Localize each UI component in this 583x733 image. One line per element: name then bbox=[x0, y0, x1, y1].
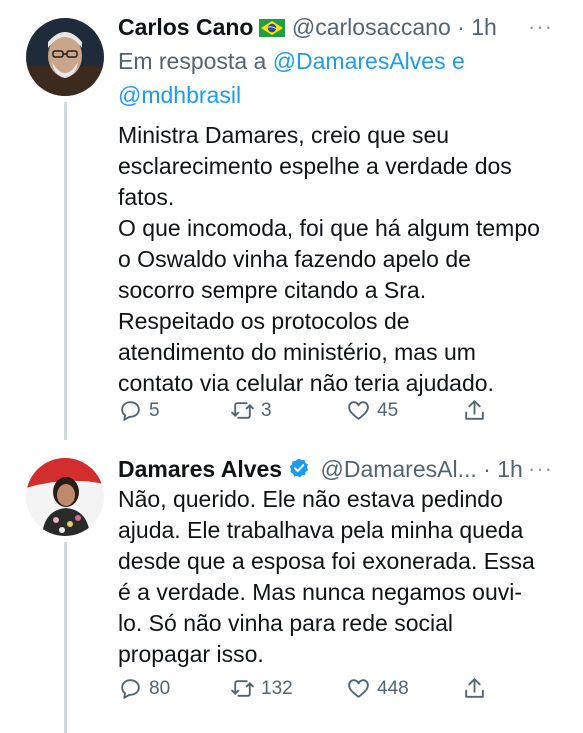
retweet-count: 132 bbox=[261, 677, 293, 699]
reply-icon bbox=[121, 679, 140, 699]
heart-icon bbox=[348, 679, 369, 698]
tweet-header: Damares Alves @DamaresAl... · 1h bbox=[118, 454, 523, 486]
tweet-text: Não, querido. Ele não estava pedindo aju… bbox=[118, 486, 535, 667]
thread-line bbox=[64, 102, 67, 440]
reply-icon bbox=[121, 401, 140, 421]
user-handle[interactable]: @DamaresAl... bbox=[320, 456, 476, 482]
reply-count: 5 bbox=[149, 399, 160, 421]
timestamp[interactable]: · 1h bbox=[457, 14, 497, 40]
more-options-icon[interactable]: ··· bbox=[528, 14, 553, 40]
tweet-header: Carlos Cano @carlosaccano · 1h bbox=[118, 12, 497, 44]
share-button[interactable] bbox=[462, 676, 487, 701]
tweet-damares-alves[interactable]: Damares Alves @DamaresAl... · 1h ··· Não… bbox=[0, 440, 583, 733]
tweet-actions: 80 132 448 bbox=[118, 676, 558, 706]
retweet-button[interactable]: 132 bbox=[230, 676, 293, 701]
like-button[interactable]: 448 bbox=[346, 676, 409, 701]
reply-context: Em resposta a @DamaresAlves e @mdhbrasil bbox=[118, 44, 558, 112]
mention-link[interactable]: @mdhbrasil bbox=[118, 82, 241, 108]
tweet-carlos-cano[interactable]: Carlos Cano @carlosaccano · 1h ··· Em re… bbox=[0, 0, 583, 440]
reply-count: 80 bbox=[149, 677, 171, 699]
avatar-damares-alves[interactable] bbox=[26, 458, 104, 536]
timestamp[interactable]: · 1h bbox=[483, 456, 523, 482]
tweet-text: Ministra Damares, creio que seu esclarec… bbox=[118, 122, 540, 396]
like-count: 448 bbox=[377, 677, 409, 699]
retweet-icon bbox=[231, 402, 254, 419]
heart-icon bbox=[348, 401, 369, 420]
retweet-button[interactable]: 3 bbox=[230, 398, 272, 423]
like-count: 45 bbox=[377, 399, 399, 421]
share-button[interactable] bbox=[462, 398, 487, 423]
retweet-icon bbox=[231, 680, 254, 697]
reply-prefix: Em resposta a bbox=[118, 48, 273, 74]
avatar-carlos-cano[interactable] bbox=[26, 18, 104, 96]
more-options-icon[interactable]: ··· bbox=[528, 456, 553, 482]
reply-button[interactable]: 80 bbox=[118, 676, 170, 701]
user-handle[interactable]: @carlosaccano bbox=[292, 14, 451, 40]
like-button[interactable]: 45 bbox=[346, 398, 398, 423]
display-name[interactable]: Carlos Cano bbox=[118, 14, 253, 40]
reply-joiner: e bbox=[445, 48, 465, 74]
thread-line bbox=[64, 542, 67, 733]
verified-badge-icon bbox=[288, 456, 310, 486]
reply-button[interactable]: 5 bbox=[118, 398, 160, 423]
share-icon bbox=[465, 678, 484, 698]
tweet-actions: 5 3 45 bbox=[118, 398, 558, 428]
display-name[interactable]: Damares Alves bbox=[118, 456, 282, 482]
mention-link[interactable]: @DamaresAlves bbox=[273, 48, 446, 74]
retweet-count: 3 bbox=[261, 399, 272, 421]
share-icon bbox=[465, 400, 484, 420]
brazil-flag-icon bbox=[259, 14, 286, 44]
